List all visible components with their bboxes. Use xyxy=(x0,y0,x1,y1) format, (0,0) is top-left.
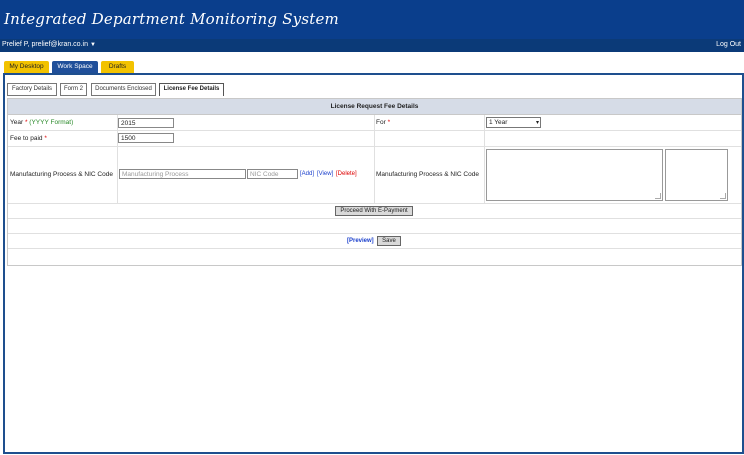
user-menu[interactable]: Prelief P, prelief@kran.co.in ▼ xyxy=(2,41,96,48)
subtab-documents-enclosed[interactable]: Documents Enclosed xyxy=(91,83,156,96)
mfg-process-input[interactable]: Manufacturing Process xyxy=(119,169,246,179)
fee-label: Fee to paid xyxy=(10,135,43,142)
tab-work-space[interactable]: Work Space xyxy=(52,61,98,73)
col-divider xyxy=(484,115,485,203)
year-format-hint: (YYYY Format) xyxy=(29,119,74,126)
col-divider xyxy=(374,115,375,203)
nic-code-textarea[interactable] xyxy=(665,149,728,201)
row-divider xyxy=(8,233,741,234)
subtab-factory-details[interactable]: Factory Details xyxy=(7,83,57,96)
for-label: For xyxy=(376,119,386,126)
mfg-label-right: Manufacturing Process & NIC Code xyxy=(376,171,479,178)
license-fee-form: License Request Fee Details Year * (YYYY… xyxy=(7,98,742,266)
user-label: Prelief P, prelief@kran.co.in xyxy=(2,41,88,48)
year-input[interactable]: 2015 xyxy=(118,118,174,128)
delete-link[interactable]: [Delete] xyxy=(336,171,357,177)
app-header: Integrated Department Monitoring System xyxy=(0,0,744,39)
resize-grip-icon[interactable] xyxy=(655,193,661,199)
app-title: Integrated Department Monitoring System xyxy=(4,10,339,28)
tab-drafts[interactable]: Drafts xyxy=(101,61,134,73)
subtab-license-fee-details[interactable]: License Fee Details xyxy=(159,83,224,96)
required-marker: * xyxy=(24,119,28,126)
for-select-value: 1 Year xyxy=(489,119,508,126)
required-marker: * xyxy=(44,135,47,142)
dropdown-arrow-icon: ▾ xyxy=(535,120,539,126)
for-select[interactable]: 1 Year ▾ xyxy=(486,117,541,128)
col-divider xyxy=(117,115,118,203)
preview-link[interactable]: [Preview] xyxy=(347,238,374,244)
fee-label-group: Fee to paid * xyxy=(10,135,47,142)
row-divider xyxy=(8,248,741,249)
required-marker: * xyxy=(387,119,391,126)
mfg-label: Manufacturing Process & NIC Code xyxy=(10,171,113,178)
epayment-button[interactable]: Proceed With E-Payment xyxy=(335,206,413,216)
logout-link[interactable]: Log Out xyxy=(716,41,741,48)
form-header: License Request Fee Details xyxy=(8,99,741,115)
year-label: Year xyxy=(10,119,24,126)
mfg-process-textarea[interactable] xyxy=(486,149,663,201)
year-label-group: Year * (YYYY Format) xyxy=(10,119,73,126)
save-button[interactable]: Save xyxy=(377,236,401,246)
subtab-form-2[interactable]: Form 2 xyxy=(60,83,87,96)
resize-grip-icon[interactable] xyxy=(720,193,726,199)
user-bar: Prelief P, prelief@kran.co.in ▼ Log Out xyxy=(0,39,744,52)
chevron-down-icon: ▼ xyxy=(89,42,96,48)
fee-input[interactable]: 1500 xyxy=(118,133,174,143)
row-divider xyxy=(8,203,741,204)
nic-code-input[interactable]: NIC Code xyxy=(247,169,298,179)
add-link[interactable]: [Add] xyxy=(300,171,314,177)
view-link[interactable]: [View] xyxy=(317,171,333,177)
tab-my-desktop[interactable]: My Desktop xyxy=(4,61,49,73)
for-label-group: For * xyxy=(376,119,390,126)
row-divider xyxy=(8,218,741,219)
